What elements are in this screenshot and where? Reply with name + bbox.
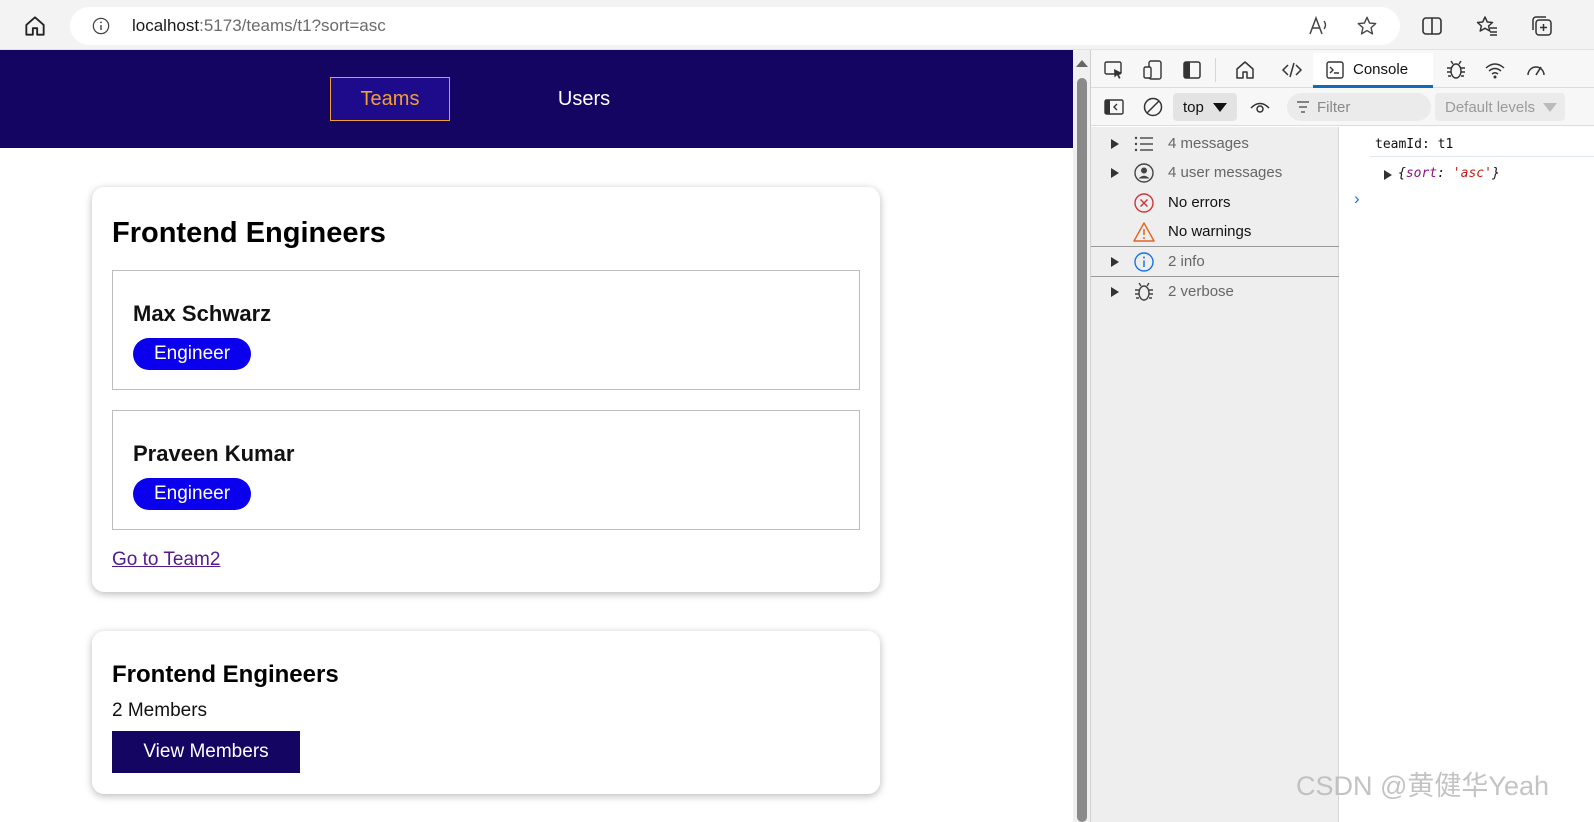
console-icon [1326, 61, 1344, 79]
console-toolbar: top Filter Default levels [1091, 88, 1594, 126]
tab-console[interactable]: Console [1313, 53, 1433, 88]
performance-gauge-icon[interactable] [1525, 59, 1547, 81]
sidebar-item-label: No warnings [1168, 223, 1252, 240]
expand-arrow-icon[interactable] [1111, 257, 1119, 267]
log-divider [1370, 156, 1594, 157]
object-key: sort [1405, 166, 1438, 181]
sources-bug-icon[interactable] [1445, 59, 1467, 81]
member-card: Max Schwarz Engineer [112, 270, 860, 390]
context-value: top [1183, 98, 1204, 116]
home-icon[interactable] [22, 13, 48, 39]
filter-icon [1297, 101, 1309, 113]
info-icon [1134, 252, 1154, 272]
team-title: Frontend Engineers [112, 217, 386, 249]
scrollbar-thumb[interactable] [1077, 78, 1087, 822]
object-colon: : [1437, 166, 1453, 181]
url-host: localhost [132, 16, 200, 35]
page-scrollbar[interactable] [1073, 50, 1090, 822]
object-brace: { [1398, 166, 1406, 181]
sidebar-item-label: 4 messages [1168, 135, 1249, 152]
page-viewport: Teams Users Frontend Engineers Max Schwa… [0, 50, 1073, 822]
nav-teams-link[interactable]: Teams [330, 77, 450, 121]
info-icon[interactable] [92, 17, 110, 35]
role-badge: Engineer [133, 478, 251, 510]
sidebar-item-label: 2 verbose [1168, 283, 1234, 300]
log-message-text: teamId: t1 [1375, 137, 1454, 152]
object-brace: } [1491, 166, 1500, 181]
object-value: 'asc' [1452, 166, 1492, 181]
sidebar-item-info[interactable]: 2 info [1091, 247, 1339, 277]
nav-users-link[interactable]: Users [528, 77, 640, 121]
live-expression-eye-icon[interactable] [1249, 96, 1271, 118]
team-summary-title: Frontend Engineers [112, 661, 339, 688]
bug-icon [1135, 282, 1153, 301]
role-badge: Engineer [133, 338, 251, 370]
team-summary-card: Frontend Engineers 2 Members View Member… [92, 631, 880, 794]
address-bar[interactable]: localhost:5173/teams/t1?sort=asc [70, 7, 1400, 45]
url-text[interactable]: localhost:5173/teams/t1?sort=asc [132, 16, 386, 36]
sidebar-item-user-messages[interactable]: 4 user messages [1091, 158, 1339, 188]
user-icon [1134, 163, 1154, 183]
chevron-down-icon [1213, 103, 1227, 112]
collections-icon[interactable] [1530, 14, 1554, 38]
go-to-team2-link[interactable]: Go to Team2 [112, 549, 220, 571]
member-card: Praveen Kumar Engineer [112, 410, 860, 530]
favorites-icon[interactable] [1475, 14, 1499, 38]
filter-input[interactable]: Filter [1287, 93, 1431, 121]
welcome-home-icon[interactable] [1234, 59, 1256, 81]
devtools-tabbar: Console [1091, 50, 1594, 88]
expand-arrow-icon[interactable] [1111, 139, 1119, 149]
console-tab-label: Console [1353, 60, 1409, 78]
app-header: Teams Users [0, 50, 1073, 148]
chevron-down-icon [1543, 103, 1557, 112]
error-icon [1134, 193, 1154, 213]
clear-console-icon[interactable] [1142, 96, 1164, 118]
expand-arrow-icon[interactable] [1111, 287, 1119, 297]
console-log-area: teamId: t1 {sort: 'asc'} › [1340, 127, 1594, 822]
inspect-element-icon[interactable] [1103, 59, 1125, 81]
read-aloud-icon[interactable] [1308, 16, 1330, 36]
expand-arrow-icon[interactable] [1111, 168, 1119, 178]
log-object[interactable]: {sort: 'asc'} [1384, 166, 1500, 181]
url-path: :5173/teams/t1?sort=asc [199, 16, 386, 35]
view-members-button[interactable]: View Members [112, 731, 300, 773]
context-select[interactable]: top [1173, 93, 1237, 121]
log-levels-dropdown[interactable]: Default levels [1435, 93, 1565, 121]
watermark: CSDN @黄健华Yeah [1296, 771, 1549, 801]
devtools-panel: Console top Filter Default levels 4 mess… [1090, 50, 1594, 822]
sidebar-toggle-icon[interactable] [1103, 96, 1125, 118]
levels-label: Default levels [1445, 98, 1536, 116]
scroll-up-arrow-icon[interactable] [1076, 60, 1088, 67]
elements-code-icon[interactable] [1281, 59, 1303, 81]
warning-icon [1133, 222, 1155, 242]
team-detail-card: Frontend Engineers Max Schwarz Engineer … [92, 187, 880, 592]
device-emulation-icon[interactable] [1142, 59, 1164, 81]
member-count: 2 Members [112, 700, 208, 721]
sidebar-item-label: No errors [1168, 194, 1231, 211]
browser-toolbar: localhost:5173/teams/t1?sort=asc [0, 0, 1594, 50]
member-name: Max Schwarz [133, 301, 272, 326]
favorite-star-icon[interactable] [1356, 15, 1378, 37]
split-screen-icon[interactable] [1420, 14, 1444, 38]
sidebar-item-warnings[interactable]: No warnings [1091, 217, 1339, 247]
filter-placeholder: Filter [1317, 98, 1351, 116]
list-icon [1134, 136, 1153, 152]
dock-side-icon[interactable] [1181, 59, 1203, 81]
console-prompt-icon[interactable]: › [1354, 189, 1360, 209]
sidebar-item-errors[interactable]: No errors [1091, 188, 1339, 218]
network-wifi-icon[interactable] [1484, 59, 1506, 81]
sidebar-item-verbose[interactable]: 2 verbose [1091, 277, 1339, 307]
sidebar-item-label: 2 info [1168, 253, 1205, 270]
sidebar-item-messages[interactable]: 4 messages [1091, 129, 1339, 159]
sidebar-item-label: 4 user messages [1168, 164, 1283, 181]
console-sidebar: 4 messages 4 user messages No errors No … [1091, 127, 1339, 822]
expand-arrow-icon[interactable] [1384, 170, 1392, 180]
member-name: Praveen Kumar [133, 441, 295, 466]
